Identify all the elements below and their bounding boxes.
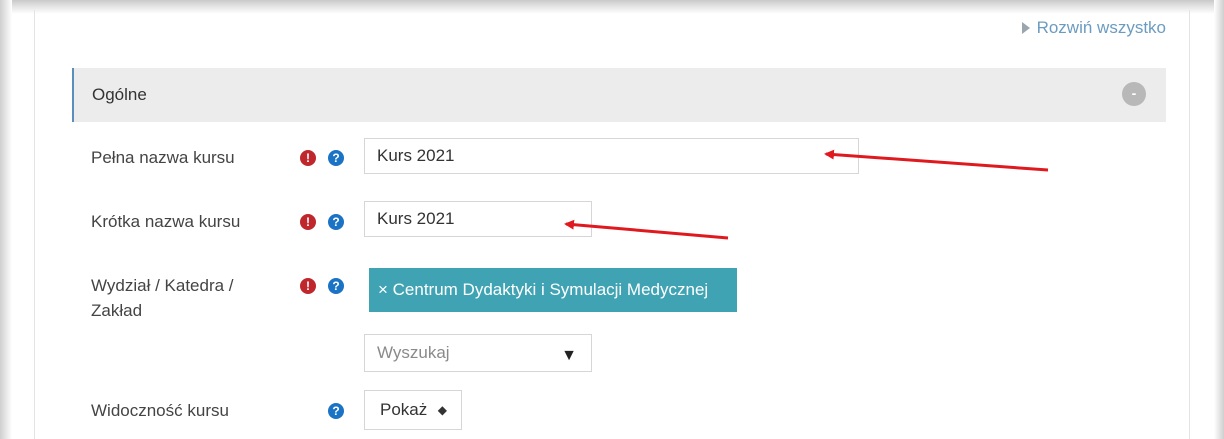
department-label-line1: Wydział / Katedra / [91, 276, 234, 295]
required-icon[interactable]: ! [300, 214, 316, 230]
visibility-label: Widoczność kursu [91, 401, 229, 420]
page: Rozwiń wszystko Ogólne - Pełna nazwa kur… [0, 0, 1224, 439]
content-border-right [1189, 10, 1190, 439]
select-caret-icon: ◆ [437, 403, 447, 417]
help-icon[interactable]: ? [328, 214, 344, 230]
visibility-selected: Pokaż [380, 400, 428, 419]
triangle-right-icon [1021, 22, 1030, 34]
search-placeholder: Wyszukaj [377, 343, 450, 362]
content-border-left [34, 10, 35, 439]
required-icon[interactable]: ! [300, 278, 316, 294]
window-shadow-left [0, 0, 12, 439]
help-icon[interactable]: ? [328, 278, 344, 294]
department-search-select[interactable]: Wyszukaj ▼ [364, 334, 592, 372]
window-shadow-right [1214, 0, 1224, 439]
short-name-input[interactable]: Kurs 2021 [364, 201, 592, 237]
expand-all-label: Rozwiń wszystko [1036, 18, 1166, 37]
full-name-label: Pełna nazwa kursu [91, 148, 235, 167]
collapse-icon[interactable]: - [1122, 82, 1146, 106]
short-name-label: Krótka nazwa kursu [91, 212, 241, 231]
annotation-arrow-full-name [824, 149, 1049, 172]
window-shadow-top [0, 0, 1224, 14]
department-label-line2: Zakład [91, 301, 143, 320]
help-icon[interactable]: ? [328, 150, 344, 166]
section-title: Ogólne [92, 85, 147, 104]
full-name-input[interactable]: Kurs 2021 [364, 138, 859, 174]
required-icon[interactable]: ! [300, 150, 316, 166]
help-icon[interactable]: ? [328, 403, 344, 419]
department-selected-tag[interactable]: × Centrum Dydaktyki i Symulacji Medyczne… [369, 268, 737, 312]
dropdown-arrow-icon[interactable]: ▼ [561, 347, 577, 365]
visibility-select[interactable]: Pokaż ◆ [364, 390, 462, 430]
section-header-general[interactable]: Ogólne - [72, 68, 1166, 122]
expand-all-link[interactable]: Rozwiń wszystko [1021, 18, 1166, 38]
